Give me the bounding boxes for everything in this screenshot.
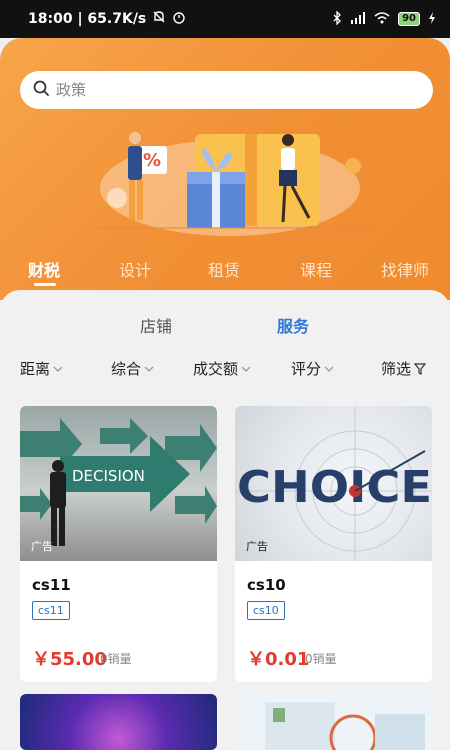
status-time-speed: 18:00 | 65.7K/s	[28, 11, 147, 27]
product-image	[235, 694, 432, 750]
product-card[interactable]: DECISION 广告 cs11 cs11 ￥55.00 0销量	[20, 406, 217, 682]
filter-turnover[interactable]: 成交额	[193, 358, 251, 379]
product-card[interactable]: CHOICE 广告 cs10 cs10 ￥0.01 0销量	[235, 406, 432, 682]
filter-overall[interactable]: 综合	[111, 358, 154, 379]
ad-label: 广告	[246, 540, 268, 553]
product-image: CHOICE 广告	[235, 406, 432, 561]
tab-find-lawyer[interactable]: 找律师	[381, 257, 429, 281]
chevron-down-icon	[144, 366, 154, 372]
chevron-down-icon	[241, 366, 251, 372]
filter-label: 筛选	[381, 360, 412, 378]
filter-label: 评分	[291, 360, 322, 378]
card-image-text: DECISION	[72, 467, 145, 485]
tab-finance-tax[interactable]: 财税	[28, 257, 60, 281]
filter-label: 综合	[111, 360, 142, 378]
filter-label: 距离	[20, 360, 51, 378]
tab-courses[interactable]: 课程	[300, 257, 332, 281]
filter-icon	[414, 362, 427, 375]
product-card[interactable]	[20, 694, 217, 750]
tab-services[interactable]: 服务	[277, 313, 309, 337]
search-input[interactable]	[56, 81, 396, 99]
product-sales: 0销量	[100, 652, 132, 666]
chevron-down-icon	[53, 366, 63, 372]
tab-rental[interactable]: 租赁	[208, 257, 240, 281]
wifi-icon	[374, 11, 390, 27]
ad-label: 广告	[31, 540, 53, 553]
filter-rating[interactable]: 评分	[291, 358, 334, 379]
charging-icon	[428, 11, 436, 27]
banner-illustration: %	[95, 132, 370, 236]
product-price: ￥0.01	[247, 649, 310, 670]
product-image	[20, 694, 217, 750]
status-bar: 18:00 | 65.7K/s 90	[0, 0, 450, 38]
product-tag: cs11	[32, 601, 70, 620]
search-icon	[32, 79, 50, 101]
alarm-icon	[172, 10, 186, 28]
card-image-text: CHOICE	[237, 462, 432, 513]
product-sales: 0销量	[305, 652, 337, 666]
product-card[interactable]	[235, 694, 432, 750]
product-title: cs10	[247, 576, 286, 594]
tab-design[interactable]: 设计	[119, 257, 151, 281]
product-price: ￥55.00	[32, 649, 107, 670]
battery-level: 90	[398, 12, 420, 26]
mute-bell-icon	[152, 10, 166, 28]
chevron-down-icon	[324, 366, 334, 372]
search-bar[interactable]	[20, 71, 433, 109]
filter-screen[interactable]: 筛选	[381, 358, 427, 379]
product-tag: cs10	[247, 601, 285, 620]
filter-distance[interactable]: 距离	[20, 358, 63, 379]
product-title: cs11	[32, 576, 71, 594]
signal-icon	[350, 11, 366, 27]
filter-label: 成交额	[193, 360, 239, 378]
bluetooth-icon	[332, 9, 342, 28]
svg-text:%: %	[143, 150, 161, 171]
tab-shops[interactable]: 店铺	[140, 313, 172, 337]
product-image: DECISION 广告	[20, 406, 217, 561]
active-tab-indicator	[34, 283, 56, 286]
